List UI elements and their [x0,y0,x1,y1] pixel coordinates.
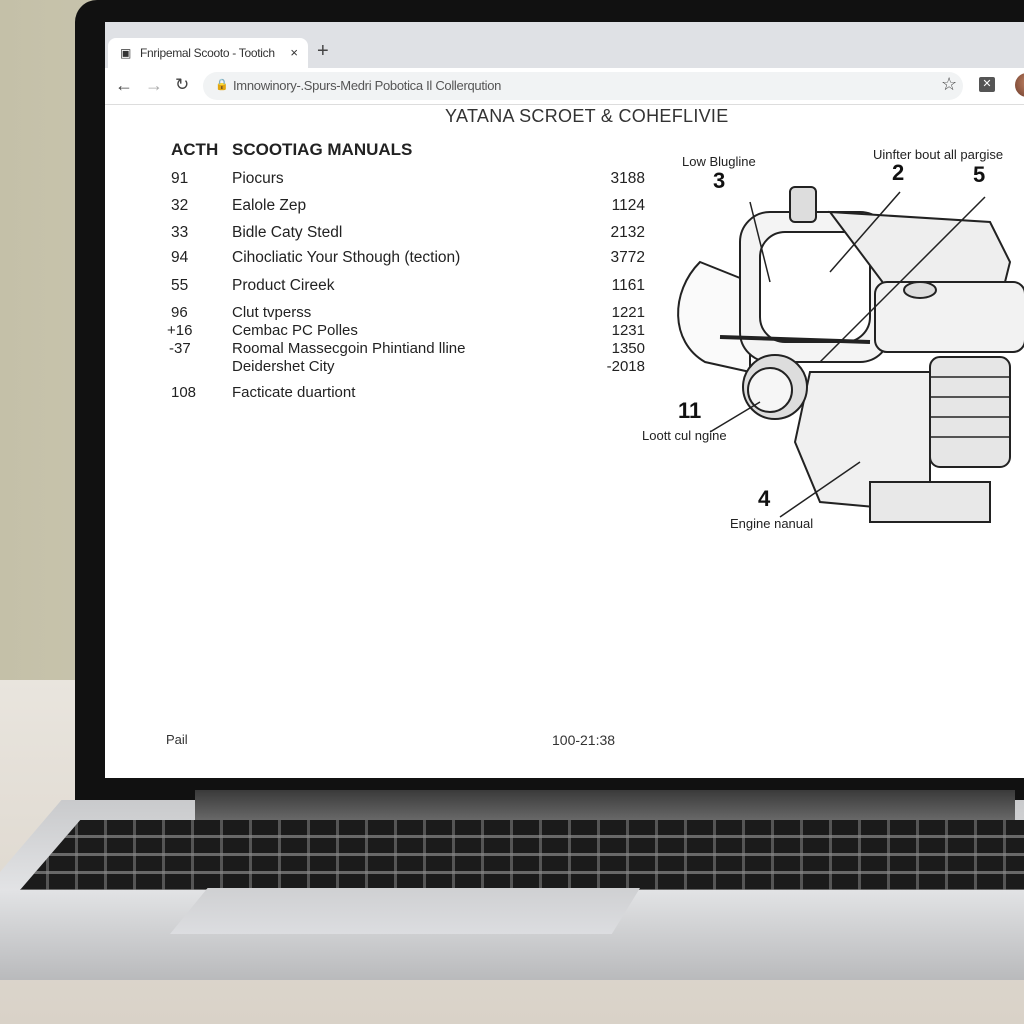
footer-left: Pail [166,732,188,747]
footer-right: 100-21:38 [552,732,616,748]
label-engine-nanual: Engine nanual [730,516,814,531]
toolbar: ← → ↻ 🔒 Imnowinory-.Spurs-Medri Pobotica… [105,68,1024,105]
avatar[interactable] [1015,73,1024,97]
star-icon[interactable]: ☆ [941,74,957,95]
browser-window: ▣ Fnripemal Scooto - Tootich × + ← → ↻ 🔒… [105,22,1024,778]
tab-title: Fnripemal Scooto - Tootich [140,46,275,60]
callout-11: 11 [678,398,702,423]
engine-diagram: Low Blugline Uinfter bout all pargise Lo… [630,142,1024,562]
callout-5: 5 [973,162,986,187]
reload-icon[interactable]: ↻ [175,75,189,95]
tab-bar: ▣ Fnripemal Scooto - Tootich × + [105,22,1024,68]
forward-icon[interactable]: → [145,75,163,96]
engine-illustration [677,186,1024,523]
callout-4: 4 [758,486,771,511]
address-bar[interactable]: 🔒 Imnowinory-.Spurs-Medri Pobotica Il Co… [203,72,963,100]
lock-icon: 🔒 [215,79,229,91]
label-loott: Loott cul ngine [642,428,727,443]
keyboard-rows [20,820,1024,890]
extension-icon[interactable]: ✕ [979,77,995,92]
back-icon[interactable]: ← [115,75,133,96]
trackpad [170,888,640,934]
column-header-acth: ACTH [171,140,219,159]
column-header-manuals: SCOOTIAG MANUALS [232,140,413,159]
close-icon[interactable]: × [290,45,298,60]
url-text: Imnowinory-.Spurs-Medri Pobotica Il Coll… [233,78,502,93]
page-icon: ▣ [120,46,132,60]
site-brand: YATANA SCROET & COHEFLIVIE [445,106,729,126]
new-tab-button[interactable]: + [317,40,329,63]
tab-active[interactable]: ▣ Fnripemal Scooto - Tootich × [108,38,308,68]
label-low-blugline: Low Blugline [682,154,756,169]
callout-3: 3 [713,168,726,193]
callout-2: 2 [892,160,905,185]
